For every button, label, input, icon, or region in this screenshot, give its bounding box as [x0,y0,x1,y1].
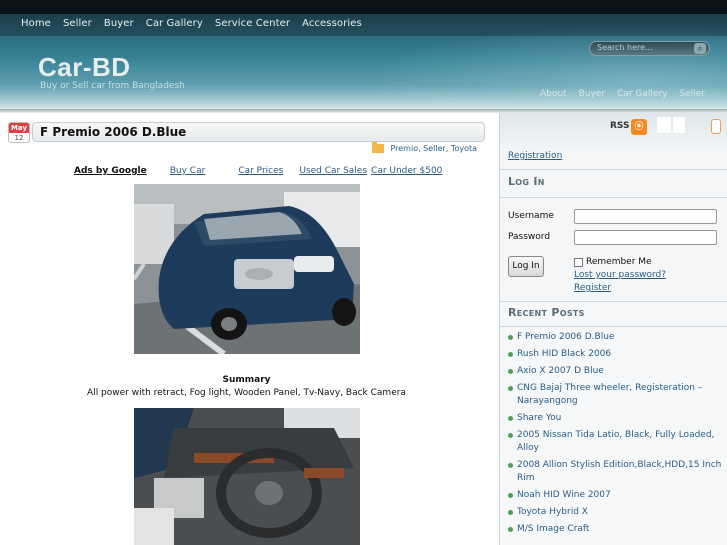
rss-feed-link[interactable]: RSS ⦿ [610,119,650,135]
page-nav: About Buyer Car Gallery Seller [540,89,717,99]
password-label: Password [508,232,551,242]
ads-by-google-link[interactable]: Ads by Google [74,166,147,176]
social-badge-placeholder [657,117,671,133]
car-interior-illustration [134,408,360,545]
post-date-day: 12 [14,134,24,142]
page-nav-buyer[interactable]: Buyer [579,89,605,99]
divider [500,197,727,198]
recent-post-item[interactable]: Noah HID Wine 2007 [508,489,723,502]
remember-me-label: Remember Me [586,257,652,267]
nav-service-center[interactable]: Service Center [215,18,290,29]
ad-link-car-under-500[interactable]: Car Under $500 [371,166,442,176]
summary-text: All power with retract, Fog light, Woode… [87,388,406,398]
google-ads: Ads by Google Buy Car Car Prices Used Ca… [74,166,442,176]
car-exterior-photo[interactable] [134,184,360,354]
recent-posts-list: F Premio 2006 D.Blue Rush HID Black 2006… [508,331,723,540]
search-icon[interactable]: ⌕ [694,43,706,54]
post-categories-links[interactable]: Premio, Seller, Toyota [390,144,477,153]
recent-post-item[interactable]: 2005 Nissan Tida Latio, Black, Fully Loa… [508,429,723,455]
register-link[interactable]: Register [574,283,611,293]
rss-icon[interactable]: ⦿ [631,119,647,135]
ad-link-car-prices[interactable]: Car Prices [238,166,283,176]
feed-tab-edge [711,119,721,134]
top-nav: Home Seller Buyer Car Gallery Service Ce… [21,18,374,29]
username-label: Username [508,211,554,221]
recent-post-item[interactable]: Share You [508,412,723,425]
login-heading: Log In [508,175,545,188]
page-nav-seller[interactable]: Seller [679,89,705,99]
page-nav-about[interactable]: About [540,89,567,99]
calendar-icon: May 12 [8,122,30,143]
recent-posts-heading: Recent Posts [508,306,585,319]
recent-post-item[interactable]: Rush HID Black 2006 [508,348,723,361]
site-logo[interactable]: Car-BD [38,52,131,83]
divider [500,301,727,302]
ad-link-used-car-sales[interactable]: Used Car Sales [299,166,367,176]
nav-buyer[interactable]: Buyer [104,18,134,29]
remember-me-checkbox[interactable] [574,258,583,267]
lost-password-link[interactable]: Lost your password? [574,270,666,280]
username-field[interactable] [574,209,717,224]
search-input[interactable]: Search here... ⌕ [589,41,710,56]
nav-home[interactable]: Home [21,18,51,29]
nav-car-gallery[interactable]: Car Gallery [146,18,203,29]
car-exterior-illustration [134,184,360,354]
car-interior-photo[interactable] [134,408,360,545]
search-placeholder: Search here... [597,43,653,52]
login-button[interactable]: Log In [508,256,544,277]
sidebar: RSS ⦿ Registration Log In Username Passw… [499,113,727,545]
recent-post-item[interactable]: F Premio 2006 D.Blue [508,331,723,344]
social-badge-placeholder [673,117,685,133]
divider [500,169,727,170]
summary-heading: Summary [222,375,271,385]
recent-post-item[interactable]: M/S Image Craft [508,523,723,536]
post-title-box: F Premio 2006 D.Blue [32,122,485,142]
page-nav-car-gallery[interactable]: Car Gallery [617,89,667,99]
recent-post-item[interactable]: Toyota Hybrid X [508,506,723,519]
recent-post-item[interactable]: 2008 Allion Stylish Edition,Black,HDD,15… [508,459,723,485]
registration-link[interactable]: Registration [508,151,562,161]
main-content: May 12 F Premio 2006 D.Blue Premio, Sell… [0,113,499,545]
site-header: Home Seller Buyer Car Gallery Service Ce… [0,0,727,110]
site-tagline: Buy or Sell car from Bangladesh [40,81,185,91]
recent-post-item[interactable]: Axio X 2007 D Blue [508,365,723,378]
divider [500,326,727,327]
rss-label: RSS [610,121,630,131]
folder-icon [372,142,385,153]
ad-link-buy-car[interactable]: Buy Car [170,166,206,176]
post-categories: Premio, Seller, Toyota [372,142,477,153]
recent-post-item[interactable]: CNG Bajaj Three wheeler, Registeration –… [508,382,723,408]
nav-accessories[interactable]: Accessories [302,18,362,29]
password-field[interactable] [574,230,717,245]
post-header: May 12 F Premio 2006 D.Blue [8,122,485,143]
post-title[interactable]: F Premio 2006 D.Blue [40,125,186,139]
nav-seller[interactable]: Seller [63,18,92,29]
post-date-month: May [9,123,29,133]
